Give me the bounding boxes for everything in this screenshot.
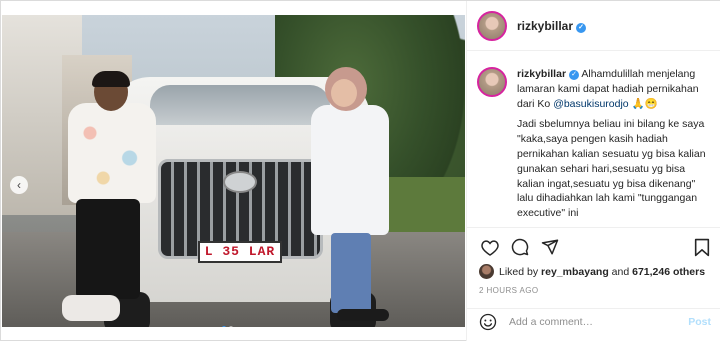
post-timestamp[interactable]: 2 HOURS AGO [479,286,539,295]
license-plate: L 35 LAR [198,241,282,263]
send-icon[interactable] [539,236,561,258]
caption-mention-link[interactable]: @basukisurodjo [553,98,628,110]
carousel-indicator [222,326,233,327]
avatar[interactable] [477,10,507,41]
carousel-dot-active [222,326,226,327]
likes-prefix: Liked by [499,265,539,278]
chevron-left-icon[interactable]: ‹ [10,176,28,194]
caption-text: rizkybillar ✓ Alhamdulillah menjelang lam… [517,67,709,227]
comment-bar: Post [467,308,720,334]
comment-icon[interactable] [509,236,531,258]
blue-jeans [331,233,371,313]
verified-badge-icon: ✓ [576,22,587,33]
post-caption: rizkybillar ✓ Alhamdulillah menjelang lam… [477,67,713,227]
man-hair [92,71,130,87]
car-emblem [223,171,257,193]
header-username-text[interactable]: rizkybillar [517,19,573,33]
liker-avatar[interactable] [479,264,494,279]
caption-username[interactable]: rizkybillar [517,68,566,80]
likes-summary: Liked by rey_mbayang and 671,246 others [479,264,705,279]
comment-input[interactable] [509,315,689,328]
post-comment-button[interactable]: Post [688,316,711,328]
post-actions: Liked by rey_mbayang and 671,246 others … [467,227,720,333]
smiley-icon[interactable] [477,311,499,333]
woman-figure [307,67,397,327]
action-icon-row [479,236,713,258]
white-coat [311,105,389,235]
header-username[interactable]: rizkybillar ✓ [517,19,587,33]
likes-count-link[interactable]: 671,246 others [632,266,705,278]
woman-face [331,79,357,107]
carousel-dot [229,326,233,327]
liker-username[interactable]: rey_mbayang [541,266,609,278]
sneaker [62,295,120,321]
post-side-panel: rizkybillar ✓ rizkybillar ✓ Alhamdulillah … [466,1,720,341]
car-windshield [150,85,330,125]
verified-badge-icon: ✓ [569,70,580,80]
caption-emojis: 🙏😁 [631,97,658,110]
post-photo[interactable]: L 35 LAR ‹ [2,15,465,327]
black-shoe [337,309,389,321]
man-figure [62,71,158,327]
floral-jacket [68,103,156,203]
instagram-post-frame: L 35 LAR ‹ rizkybillar ✓ rizkybillar ✓ A… [0,0,720,341]
black-pants [76,199,140,299]
post-header: rizkybillar ✓ [467,1,720,51]
caption-avatar[interactable] [477,67,507,97]
likes-connector: and [611,265,630,278]
heart-icon[interactable] [479,236,501,258]
bookmark-icon[interactable] [691,236,713,258]
caption-paragraph-2: Jadi sbelumnya beliau ini bilang ke saya… [517,118,706,220]
